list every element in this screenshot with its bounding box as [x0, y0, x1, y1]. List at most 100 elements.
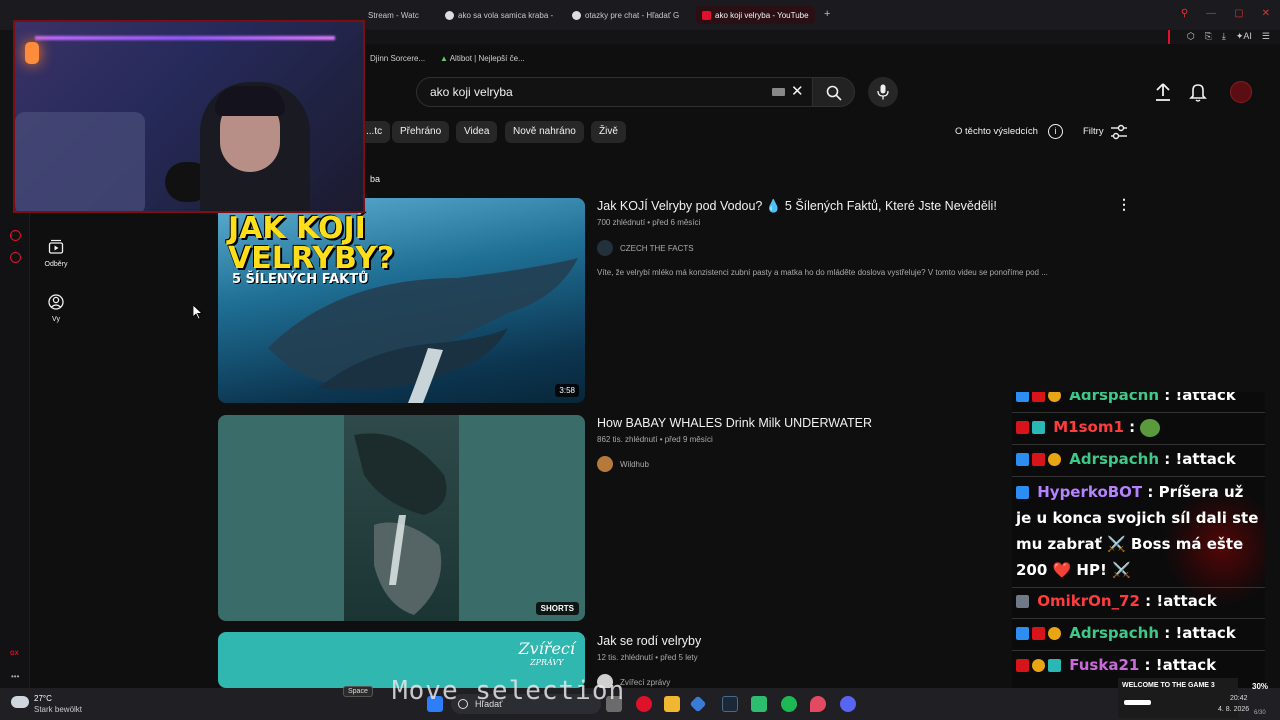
- video-thumbnail[interactable]: JAK KOJÍ VELRYBY? 5 ŠÍLENÝCH FAKTŮ 3:58: [218, 198, 585, 403]
- chip-nove-nahrano[interactable]: Nově nahráno: [505, 121, 584, 143]
- tab-samica-kraba[interactable]: ako sa vola samica kraba -: [445, 6, 553, 24]
- steam-icon[interactable]: [722, 696, 738, 712]
- chat-text: : !attack: [1164, 392, 1236, 404]
- maps-pin-icon[interactable]: [810, 696, 826, 712]
- badge-icon: [1016, 595, 1029, 608]
- chip-zive[interactable]: Živě: [591, 121, 626, 143]
- screen: Stream - Watc ako sa vola samica kraba -…: [0, 0, 1280, 720]
- webcam-overlay: [13, 20, 365, 213]
- account-avatar[interactable]: [1230, 81, 1252, 103]
- search-query: ako koji velryba: [430, 85, 513, 99]
- discord-icon[interactable]: [840, 696, 856, 712]
- gx-sidebar-settings-icon[interactable]: [10, 252, 21, 263]
- video-description: Víte, že velrybí mléko má konzistenci zu…: [597, 268, 1048, 277]
- thumbnail-subtitle: 5 ŠÍLENÝCH FAKTŮ: [232, 272, 369, 287]
- file-explorer-icon[interactable]: [664, 696, 680, 712]
- tab-otazky[interactable]: otazky pre chat - Hľadať G: [572, 6, 688, 24]
- ai-icon[interactable]: ✦AI: [1236, 31, 1252, 42]
- shorts-badge: SHORTS: [535, 602, 579, 615]
- close-icon[interactable]: ✕: [1262, 8, 1270, 19]
- app-icon[interactable]: [751, 696, 767, 712]
- info-icon[interactable]: i: [1048, 124, 1063, 139]
- filters-sliders-icon[interactable]: [1110, 124, 1128, 140]
- search-icon: [826, 85, 842, 101]
- nav-subscriptions[interactable]: Odběry: [36, 239, 76, 268]
- stream-chat-overlay: Adrspachh : !attack M1som1 : Adrspachh :…: [1012, 392, 1265, 688]
- video-title[interactable]: How BABAY WHALES Drink Milk UNDERWATER: [597, 416, 872, 430]
- nav-you[interactable]: Vy: [36, 294, 76, 323]
- game-progress-bar: [1124, 700, 1151, 705]
- chip-prehrano[interactable]: Přehráno: [392, 121, 450, 143]
- minimize-icon[interactable]: —: [1206, 8, 1216, 19]
- clear-search-icon[interactable]: ✕: [791, 82, 804, 100]
- webcam-background-bed: [15, 112, 145, 211]
- badge-icon: [1032, 627, 1045, 640]
- maximize-icon[interactable]: ▢: [1234, 8, 1243, 19]
- keyboard-icon[interactable]: [772, 88, 785, 96]
- notifications-bell-icon[interactable]: [1189, 82, 1207, 102]
- badge-icon: [1016, 486, 1029, 499]
- chat-message: Adrspachh : !attack: [1016, 446, 1236, 472]
- tab-youtube-active[interactable]: ako koji velryba - YouTube: [696, 6, 815, 24]
- video-title[interactable]: Jak se rodí velryby: [597, 634, 701, 648]
- accent-divider: [1168, 30, 1170, 44]
- badge-icon: [1032, 421, 1045, 434]
- channel-name: CZECH THE FACTS: [620, 243, 694, 253]
- bookmark-altibot[interactable]: ▲ Altibot | Nejlepší če...: [440, 54, 525, 63]
- badge-icon: [1032, 659, 1045, 672]
- tab-label: Stream - Watc: [368, 10, 419, 20]
- chat-text: : !attack: [1164, 450, 1236, 468]
- menu-icon[interactable]: ☰: [1262, 31, 1270, 42]
- bookmark-label: Altibot | Nejlepší če...: [449, 54, 525, 63]
- gx-sidebar-messenger-icon[interactable]: [10, 230, 21, 241]
- video-thumbnail[interactable]: SHORTS: [218, 415, 585, 621]
- video-meta: 12 tis. zhlédnutí • před 5 lety: [597, 653, 698, 662]
- bookmark-djinn[interactable]: Djinn Sorcere...: [370, 54, 425, 63]
- badge-icon: [1048, 627, 1061, 640]
- badge-icon: [1048, 659, 1061, 672]
- chat-username: Fuska21: [1069, 656, 1140, 674]
- chat-username: Adrspachh: [1069, 450, 1160, 468]
- chat-username: Adrspachh: [1069, 392, 1160, 404]
- streamer-hair: [215, 86, 285, 116]
- weather-description[interactable]: Stark bewölkt: [34, 705, 82, 714]
- extensions-icon[interactable]: ⬡: [1187, 31, 1195, 42]
- channel-link[interactable]: Wildhub: [597, 456, 649, 472]
- chat-text: :: [1129, 418, 1136, 436]
- search-tabs-icon[interactable]: ⚲: [1181, 8, 1188, 19]
- badge-icon: [1016, 453, 1029, 466]
- chat-text: : !attack: [1145, 592, 1217, 610]
- thumbnail-title-line1: JAK KOJÍ: [228, 211, 366, 246]
- channel-avatar: [597, 240, 613, 256]
- gx-logo: GX: [10, 651, 19, 657]
- upload-icon[interactable]: [1154, 82, 1172, 102]
- game-progress-percent: 30%: [1252, 682, 1269, 691]
- section-label: ba: [370, 174, 381, 184]
- google-favicon-icon: [572, 10, 581, 20]
- weather-temperature[interactable]: 27°C: [34, 694, 52, 703]
- chat-text: : !attack: [1164, 624, 1236, 642]
- opera-gx-icon[interactable]: [636, 696, 652, 712]
- download-icon[interactable]: ⤓: [1222, 31, 1226, 42]
- chat-divider: [1012, 444, 1265, 445]
- more-icon[interactable]: •••: [11, 672, 19, 681]
- search-button[interactable]: [812, 77, 855, 107]
- voice-search-button[interactable]: [868, 77, 898, 107]
- tray-badge: 6/30: [1254, 710, 1266, 716]
- badge-icon: [1032, 392, 1045, 402]
- tab-stream[interactable]: Stream - Watc: [368, 6, 419, 24]
- chip-videa[interactable]: Videa: [456, 121, 498, 143]
- snapshot-icon[interactable]: ⎘: [1205, 31, 1212, 42]
- filters-button[interactable]: Filtry: [1083, 126, 1104, 137]
- about-results-link[interactable]: O těchto výsledcích: [955, 126, 1038, 137]
- video-title[interactable]: Jak KOJÍ Velryby pod Vodou? 💧 5 Šílených…: [597, 199, 997, 214]
- more-actions-icon[interactable]: ⋮: [1117, 196, 1131, 213]
- chat-text: : !attack: [1144, 656, 1217, 674]
- taskbar-clock-time[interactable]: 20:42: [1230, 695, 1248, 702]
- channel-link[interactable]: CZECH THE FACTS: [597, 240, 694, 256]
- taskbar-clock-date[interactable]: 4. 8. 2026: [1218, 706, 1249, 713]
- thumbnail-logo-line1: Zvířecí: [518, 639, 575, 658]
- new-tab-button[interactable]: +: [824, 8, 830, 20]
- tab-label: otazky pre chat - Hľadať G: [585, 10, 680, 20]
- spotify-icon[interactable]: [781, 696, 797, 712]
